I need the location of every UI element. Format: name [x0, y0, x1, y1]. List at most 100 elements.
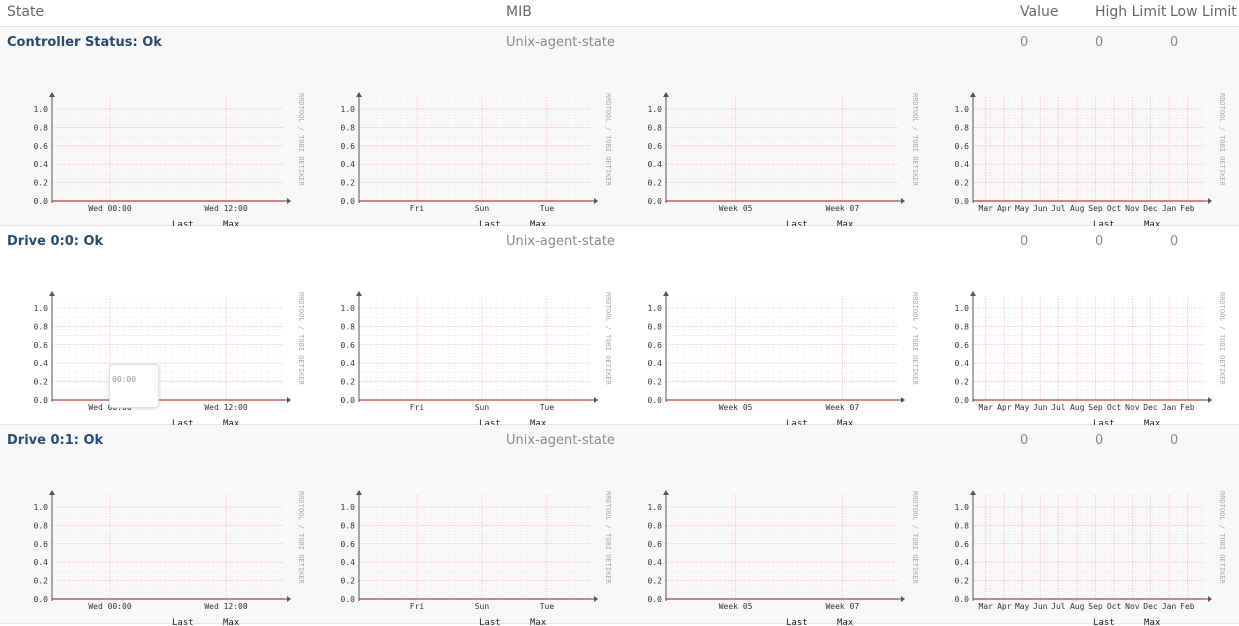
rrdtool-watermark: RRDTOOL / TOBI OETIKER [297, 292, 305, 386]
x-tick-label: Mar [979, 602, 994, 611]
x-tick-label: Wed 12:00 [204, 602, 248, 611]
x-tick-label: Feb [1180, 204, 1195, 213]
rrd-graph[interactable]: 1.0 0.8 0.6 0.4 0.2 0.0 Week 05 Week 07 RRDTOOL … [614, 455, 920, 626]
row-title[interactable]: Drive 0:1: Ok [7, 433, 103, 448]
device-row: Drive 0:0: Ok Unix-agent-state 0 0 0 1.0… [0, 226, 1239, 442]
rrd-graph[interactable]: 1.0 0.8 0.6 0.4 0.2 0.0 Mar Apr May Jun Jul Aug Sep O… [921, 455, 1227, 626]
y-axis-arrow [663, 490, 669, 495]
y-axis-arrow [49, 291, 55, 296]
table-header: State MIB Value High Limit Low Limit [0, 0, 1239, 27]
rrdtool-watermark: RRDTOOL / TOBI OETIKER [604, 292, 612, 386]
x-tick-label: Dec [1143, 602, 1158, 611]
y-tick-label: 0.0 [34, 197, 49, 206]
x-tick-label: Nov [1125, 403, 1140, 412]
y-tick-label: 0.4 [648, 359, 663, 368]
y-tick-label: 0.8 [34, 322, 49, 331]
rrd-graph[interactable]: 1.0 0.8 0.6 0.4 0.2 0.0 Fri Sun Tue RRDTOOL / TOB… [307, 57, 613, 243]
y-tick-label: 1.0 [34, 304, 49, 313]
device-row: Drive 0:1: Ok Unix-agent-state 0 0 0 1.0… [0, 425, 1239, 626]
y-tick-label: 0.6 [648, 341, 663, 350]
legend-header-last: Last [172, 618, 194, 626]
row-mib: Unix-agent-state [506, 234, 615, 249]
y-axis-arrow [356, 92, 362, 97]
y-tick-label: 0.2 [648, 577, 663, 586]
low-limit-column-header[interactable]: Low Limit [1170, 4, 1237, 20]
graph-tooltip: 00:00 [109, 364, 159, 408]
x-tick-label: Oct [1107, 602, 1122, 611]
y-tick-label: 0.6 [34, 142, 49, 151]
x-tick-label: Jul [1051, 602, 1066, 611]
y-tick-label: 1.0 [341, 105, 356, 114]
row-value: 0 [1020, 234, 1029, 249]
y-tick-label: 0.0 [34, 396, 49, 405]
y-tick-label: 0.4 [341, 558, 356, 567]
y-tick-label: 0.0 [341, 595, 356, 604]
rrd-graph[interactable]: 1.0 0.8 0.6 0.4 0.2 0.0 Week 05 Week 07 RRDTOOL … [614, 57, 920, 243]
row-low-limit: 0 [1170, 433, 1179, 448]
y-tick-label: 0.6 [955, 341, 970, 350]
x-tick-label: Apr [997, 602, 1012, 611]
y-tick-label: 0.4 [955, 359, 970, 368]
row-value: 0 [1020, 35, 1029, 50]
x-tick-label: Aug [1070, 602, 1085, 611]
x-tick-label: Sun [475, 204, 490, 213]
x-axis-arrow [901, 397, 905, 403]
x-tick-label: Tue [540, 403, 555, 412]
x-tick-label: Week 07 [825, 403, 859, 412]
x-tick-label: Sun [475, 403, 490, 412]
legend-header-max: Max [530, 618, 547, 626]
y-tick-label: 1.0 [341, 304, 356, 313]
y-tick-label: 0.4 [34, 160, 49, 169]
x-tick-label: Fri [410, 403, 425, 412]
legend-header-max: Max [1144, 618, 1161, 626]
x-axis-arrow [287, 596, 291, 602]
rrd-graph[interactable]: 1.0 0.8 0.6 0.4 0.2 0.0 Wed 00:00 Wed 12:00 RRDT… [0, 57, 306, 243]
y-tick-label: 0.2 [648, 378, 663, 387]
y-axis-arrow [663, 92, 669, 97]
y-tick-label: 0.2 [955, 378, 970, 387]
rrd-graph[interactable]: 1.0 0.8 0.6 0.4 0.2 0.0 Week 05 Week 07 RRDTOOL … [614, 256, 920, 442]
y-tick-label: 0.4 [955, 160, 970, 169]
x-axis-arrow [594, 397, 598, 403]
x-tick-label: Sep [1088, 602, 1103, 611]
row-title[interactable]: Controller Status: Ok [7, 35, 162, 50]
x-tick-label: Apr [997, 204, 1012, 213]
y-axis-arrow [356, 291, 362, 296]
high-limit-column-header[interactable]: High Limit [1095, 4, 1166, 20]
x-tick-label: Dec [1143, 403, 1158, 412]
y-tick-label: 0.2 [955, 179, 970, 188]
rrd-graph[interactable]: 1.0 0.8 0.6 0.4 0.2 0.0 Mar Apr May Jun Jul Aug Sep O… [921, 57, 1227, 243]
x-tick-label: Wed 00:00 [88, 602, 132, 611]
rrdtool-watermark: RRDTOOL / TOBI OETIKER [297, 93, 305, 187]
mib-column-header[interactable]: MIB [506, 4, 532, 20]
y-tick-label: 0.8 [955, 123, 970, 132]
rrd-graph[interactable]: 1.0 0.8 0.6 0.4 0.2 0.0 Fri Sun Tue RRDTOOL / TOB… [307, 256, 613, 442]
rrd-graph[interactable]: 1.0 0.8 0.6 0.4 0.2 0.0 Wed 00:00 Wed 12:00 RRDT… [0, 455, 306, 626]
x-tick-label: Fri [410, 602, 425, 611]
x-axis-arrow [287, 198, 291, 204]
x-tick-label: Sep [1088, 204, 1103, 213]
rrd-graph[interactable]: 1.0 0.8 0.6 0.4 0.2 0.0 Mar Apr May Jun Jul Aug Sep O… [921, 256, 1227, 442]
y-tick-label: 0.6 [341, 142, 356, 151]
y-tick-label: 0.2 [34, 378, 49, 387]
x-tick-label: Wed 00:00 [88, 204, 132, 213]
y-tick-label: 0.6 [648, 540, 663, 549]
y-tick-label: 0.0 [955, 396, 970, 405]
y-axis-arrow [49, 490, 55, 495]
value-column-header[interactable]: Value [1020, 4, 1058, 20]
row-high-limit: 0 [1095, 433, 1104, 448]
y-tick-label: 0.6 [955, 540, 970, 549]
y-tick-label: 1.0 [34, 105, 49, 114]
y-tick-label: 0.0 [34, 595, 49, 604]
x-tick-label: Wed 12:00 [204, 204, 248, 213]
y-tick-label: 1.0 [955, 304, 970, 313]
y-tick-label: 0.8 [341, 521, 356, 530]
state-column-header[interactable]: State [7, 4, 44, 20]
row-title[interactable]: Drive 0:0: Ok [7, 234, 103, 249]
rrd-graph[interactable]: 1.0 0.8 0.6 0.4 0.2 0.0 Fri Sun Tue RRDTOOL / TOB… [307, 455, 613, 626]
y-tick-label: 1.0 [648, 503, 663, 512]
x-tick-label: Tue [540, 204, 555, 213]
x-axis-arrow [901, 596, 905, 602]
y-tick-label: 0.0 [341, 197, 356, 206]
legend-header-last: Last [1093, 618, 1115, 626]
